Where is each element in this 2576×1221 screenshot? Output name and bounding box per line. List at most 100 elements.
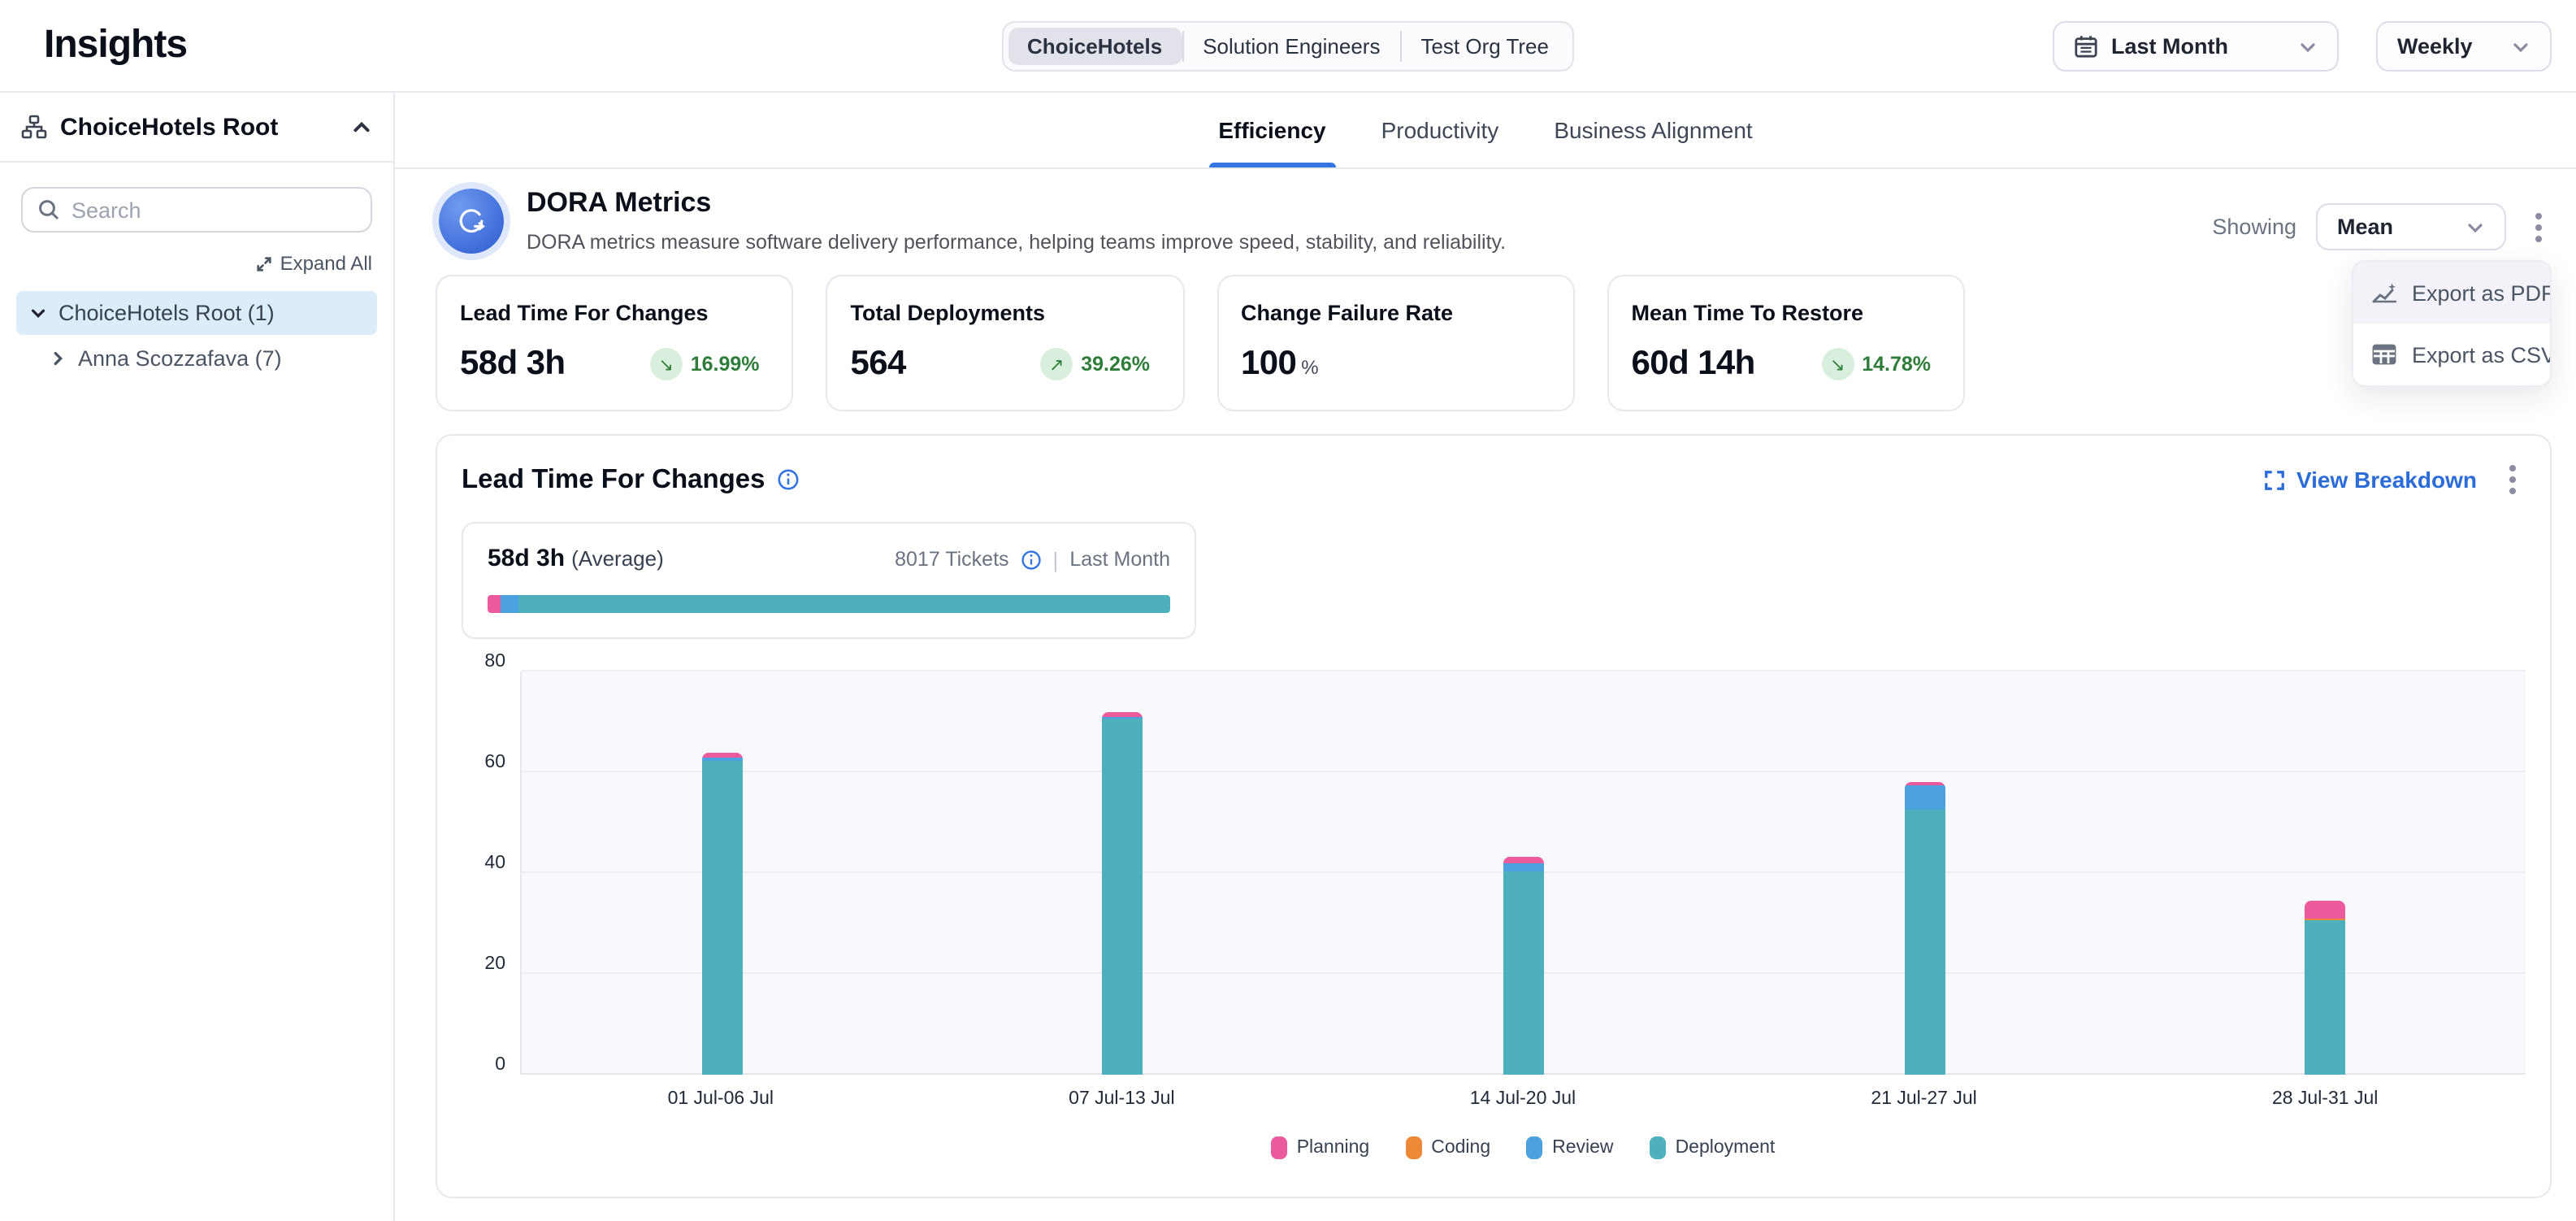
stacked-bar[interactable]: [702, 752, 743, 1075]
trend-down-icon: ↘: [650, 348, 683, 380]
card-title: Change Failure Rate: [1241, 301, 1550, 325]
chart-legend: Planning Coding Review Deployment: [520, 1136, 2526, 1159]
card-value: 60d 14h: [1632, 345, 1755, 384]
dora-cycle-icon: [439, 189, 504, 254]
period-select[interactable]: Last Month: [2053, 21, 2339, 72]
section-kebab-menu-button[interactable]: [2500, 458, 2526, 501]
card-value: 58d 3h: [460, 345, 565, 384]
org-tab-choicehotels[interactable]: ChoiceHotels: [1008, 28, 1182, 65]
stacked-bar[interactable]: [1904, 782, 1945, 1075]
bar-segment-deployment: [2305, 921, 2345, 1075]
insights-page: Insights ChoiceHotels Solution Engineers…: [0, 0, 2576, 1221]
y-tick-label: 0: [495, 1055, 505, 1075]
card-lead-time-for-changes: Lead Time For Changes 58d 3h ↘ 16.99%: [436, 275, 794, 411]
aggregation-select[interactable]: Mean: [2316, 203, 2506, 250]
legend-item-coding[interactable]: Coding: [1405, 1136, 1490, 1159]
legend-swatch: [1650, 1136, 1666, 1159]
x-tick-label: 28 Jul-31 Jul: [2124, 1089, 2526, 1109]
stacked-bar[interactable]: [2305, 901, 2345, 1075]
tree-item-root[interactable]: ChoiceHotels Root (1): [16, 291, 377, 335]
summary-qualifier: (Average): [571, 546, 664, 571]
tree-item-anna-scozzafava[interactable]: Anna Scozzafava (7): [36, 337, 377, 380]
showing-label: Showing: [2212, 215, 2296, 239]
sidebar-search[interactable]: [21, 187, 372, 232]
bar-segment-review: [1503, 863, 1544, 871]
card-value: 564: [851, 345, 906, 384]
info-icon[interactable]: [777, 468, 800, 491]
stacked-bar[interactable]: [1503, 857, 1544, 1075]
chart-export-icon: [2371, 280, 2397, 306]
delta-percent: 16.99%: [691, 353, 760, 376]
granularity-select[interactable]: Weekly: [2376, 21, 2552, 72]
legend-item-deployment[interactable]: Deployment: [1650, 1136, 1776, 1159]
search-input[interactable]: [72, 198, 356, 222]
bar-segment-planning: [702, 752, 743, 758]
stacked-bar[interactable]: [1103, 712, 1143, 1075]
sidebar-root-title: ChoiceHotels Root: [60, 113, 338, 141]
bar-segment-deployment: [702, 760, 743, 1075]
trend-up-icon: ↗: [1040, 348, 1073, 380]
summary-period: Last Month: [1069, 548, 1170, 571]
view-breakdown-label: View Breakdown: [2296, 467, 2477, 493]
dora-description: DORA metrics measure software delivery p…: [527, 231, 1506, 254]
mini-stack-segment-planning: [488, 595, 501, 613]
legend-item-planning[interactable]: Planning: [1271, 1136, 1370, 1159]
expand-all-button[interactable]: Expand All: [0, 252, 372, 275]
export-csv-menu-item[interactable]: Export as CSV: [2353, 324, 2550, 385]
y-tick-label: 40: [484, 854, 505, 873]
info-icon[interactable]: [1021, 549, 1042, 570]
dora-kebab-menu-button[interactable]: [2526, 206, 2552, 248]
bar-segment-deployment: [1103, 719, 1143, 1075]
phase-mini-stack-bar: [488, 595, 1170, 613]
chevron-up-icon[interactable]: [351, 116, 372, 137]
legend-item-review[interactable]: Review: [1526, 1136, 1613, 1159]
chart-y-axis: 020406080: [462, 671, 520, 1075]
meta-divider: |: [1053, 547, 1059, 571]
legend-swatch: [1271, 1136, 1287, 1159]
card-total-deployments: Total Deployments 564 ↗ 39.26%: [826, 275, 1185, 411]
chevron-down-icon[interactable]: [29, 304, 47, 322]
tab-business-alignment[interactable]: Business Alignment: [1554, 93, 1752, 167]
bar-column: [1724, 671, 2125, 1075]
chevron-right-icon[interactable]: [49, 350, 67, 367]
page-title: Insights: [44, 23, 187, 68]
y-tick-label: 80: [484, 652, 505, 671]
card-unit: %: [1301, 356, 1318, 379]
tab-productivity[interactable]: Productivity: [1381, 93, 1499, 167]
chevron-down-icon: [2298, 37, 2318, 56]
view-breakdown-button[interactable]: View Breakdown: [2264, 467, 2477, 493]
org-tree-sidebar: ChoiceHotels Root Expand All: [0, 93, 395, 1221]
chevron-down-icon: [2511, 37, 2530, 56]
bar-column: [522, 671, 922, 1075]
export-pdf-label: Export as PDF: [2412, 280, 2552, 305]
chevron-down-icon: [2465, 217, 2485, 237]
export-menu: Export as PDF Export as CSV: [2352, 260, 2552, 387]
export-pdf-menu-item[interactable]: Export as PDF: [2353, 262, 2550, 324]
bar-segment-deployment: [1503, 871, 1544, 1075]
tab-efficiency[interactable]: Efficiency: [1218, 93, 1325, 167]
card-title: Lead Time For Changes: [460, 301, 770, 325]
org-hierarchy-icon: [21, 114, 47, 140]
legend-swatch: [1526, 1136, 1542, 1159]
org-tab-test-org-tree[interactable]: Test Org Tree: [1401, 28, 1568, 65]
expand-all-label: Expand All: [280, 252, 372, 275]
chart-plot: [520, 671, 2526, 1075]
top-bar: Insights ChoiceHotels Solution Engineers…: [0, 0, 2576, 93]
bar-segment-planning: [2305, 901, 2345, 919]
delta-badge: ↘ 14.78%: [1821, 348, 1931, 380]
summary-value: 58d 3h: [488, 545, 565, 572]
lead-time-section: Lead Time For Changes View: [436, 434, 2552, 1198]
bar-segment-deployment: [1904, 810, 1945, 1075]
bar-column: [2125, 671, 2526, 1075]
y-tick-label: 60: [484, 753, 505, 772]
bar-segment-planning: [1103, 712, 1143, 718]
expand-corners-icon: [2264, 469, 2285, 490]
trend-down-icon: ↘: [1821, 348, 1854, 380]
expand-diagonal-icon: [256, 254, 274, 272]
dora-title: DORA Metrics: [527, 187, 1506, 219]
x-tick-label: 21 Jul-27 Jul: [1724, 1089, 2125, 1109]
table-icon: [2371, 341, 2397, 367]
card-title: Total Deployments: [851, 301, 1160, 325]
metric-tabs: Efficiency Productivity Business Alignme…: [395, 93, 2576, 169]
org-tab-solution-engineers[interactable]: Solution Engineers: [1183, 28, 1399, 65]
